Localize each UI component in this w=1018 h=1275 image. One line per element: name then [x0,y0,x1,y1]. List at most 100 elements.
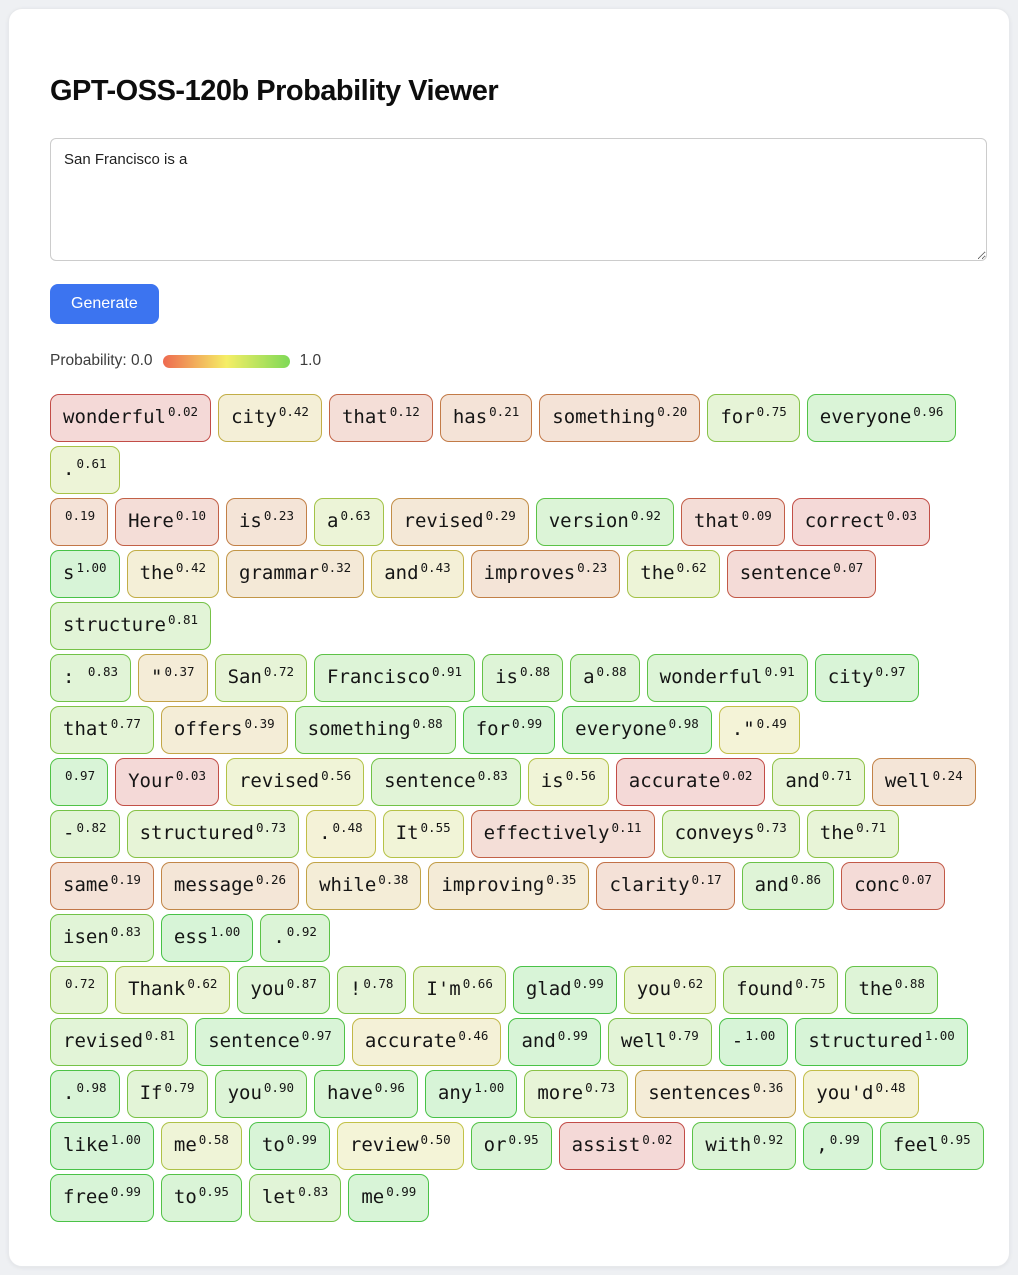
token-chip[interactable]: assist0.02 [559,1122,686,1170]
token-chip[interactable]: sentence0.97 [195,1018,345,1066]
token-chip[interactable]: and0.43 [371,550,463,598]
token-chip[interactable]: review0.50 [337,1122,464,1170]
token-chip[interactable]: and0.99 [508,1018,600,1066]
token-chip[interactable]: me0.58 [161,1122,242,1170]
prompt-input[interactable]: San Francisco is a [50,138,987,261]
token-chip[interactable]: a0.63 [314,498,384,546]
token-chip[interactable]: Francisco0.91 [314,654,475,702]
token-chip[interactable]: improves0.23 [471,550,621,598]
token-chip[interactable]: that0.77 [50,706,154,754]
token-chip[interactable]: well0.24 [872,758,976,806]
token-chip[interactable]: a0.88 [570,654,640,702]
token-chip[interactable]: s1.00 [50,550,120,598]
token-chip[interactable]: -0.82 [50,810,120,858]
token-chip[interactable]: "0.37 [138,654,208,702]
token-chip[interactable]: accurate0.46 [352,1018,502,1066]
token-chip[interactable]: structured1.00 [795,1018,968,1066]
token-chip[interactable]: feel0.95 [880,1122,984,1170]
token-chip[interactable]: 0.19 [50,498,108,546]
token-chip[interactable]: grammar0.32 [226,550,364,598]
token-chip[interactable]: or0.95 [471,1122,552,1170]
token-chip[interactable]: is0.23 [226,498,307,546]
token-chip[interactable]: wonderful0.91 [647,654,808,702]
token-chip[interactable]: ess1.00 [161,914,253,962]
token-chip[interactable]: me0.99 [348,1174,429,1222]
token-chip[interactable]: and0.86 [742,862,834,910]
token-chip[interactable]: improving0.35 [428,862,589,910]
token-chip[interactable]: city0.42 [218,394,322,442]
token-chip[interactable]: is0.88 [482,654,563,702]
token-chip[interactable]: revised0.81 [50,1018,188,1066]
token-chip[interactable]: have0.96 [314,1070,418,1118]
token-chip[interactable]: for0.75 [707,394,799,442]
token-chip[interactable]: sentence0.07 [727,550,877,598]
token-chip[interactable]: Thank0.62 [115,966,230,1014]
token-chip[interactable]: wonderful0.02 [50,394,211,442]
token-chip[interactable]: to0.95 [161,1174,242,1222]
token-chip[interactable]: : 0.83 [50,654,131,702]
token-chip[interactable]: .0.48 [306,810,376,858]
token-chip[interactable]: Your0.03 [115,758,219,806]
token-chip[interactable]: revised0.56 [226,758,364,806]
token-chip[interactable]: something0.88 [295,706,456,754]
token-chip[interactable]: offers0.39 [161,706,288,754]
token-chip[interactable]: that0.12 [329,394,433,442]
token-chip[interactable]: while0.38 [306,862,421,910]
token-chip[interactable]: isen0.83 [50,914,154,962]
token-chip[interactable]: message0.26 [161,862,299,910]
token-chip[interactable]: everyone0.98 [562,706,712,754]
token-chip[interactable]: I'm0.66 [413,966,505,1014]
token-chip[interactable]: conc0.07 [841,862,945,910]
token-chip[interactable]: 0.97 [50,758,108,806]
token-chip[interactable]: glad0.99 [513,966,617,1014]
token-chip[interactable]: to0.99 [249,1122,330,1170]
generate-button[interactable]: Generate [50,284,159,324]
token-chip[interactable]: the0.71 [807,810,899,858]
token-chip[interactable]: If0.79 [127,1070,208,1118]
token-chip[interactable]: free0.99 [50,1174,154,1222]
token-chip[interactable]: It0.55 [383,810,464,858]
token-chip[interactable]: well0.79 [608,1018,712,1066]
token-chip[interactable]: conveys0.73 [662,810,800,858]
token-chip[interactable]: found0.75 [723,966,838,1014]
token-chip[interactable]: that0.09 [681,498,785,546]
token-chip[interactable]: .0.61 [50,446,120,494]
token-chip[interactable]: !0.78 [337,966,407,1014]
token-chip[interactable]: ,0.99 [803,1122,873,1170]
token-chip[interactable]: you0.62 [624,966,716,1014]
token-chip[interactable]: accurate0.02 [616,758,766,806]
token-chip[interactable]: sentences0.36 [635,1070,796,1118]
token-chip[interactable]: -1.00 [719,1018,789,1066]
token-chip[interactable]: has0.21 [440,394,532,442]
token-chip[interactable]: same0.19 [50,862,154,910]
token-chip[interactable]: ."0.49 [719,706,800,754]
token-chip[interactable]: clarity0.17 [596,862,734,910]
token-chip[interactable]: more0.73 [524,1070,628,1118]
token-chip[interactable]: everyone0.96 [807,394,957,442]
token-chip[interactable]: for0.99 [463,706,555,754]
token-chip[interactable]: the0.88 [845,966,937,1014]
token-chip[interactable]: something0.20 [539,394,700,442]
token-chip[interactable]: and0.71 [772,758,864,806]
token-chip[interactable]: let0.83 [249,1174,341,1222]
token-chip[interactable]: is0.56 [528,758,609,806]
token-chip[interactable]: version0.92 [536,498,674,546]
token-chip[interactable]: Here0.10 [115,498,219,546]
token-chip[interactable]: any1.00 [425,1070,517,1118]
token-chip[interactable]: San0.72 [215,654,307,702]
token-chip[interactable]: sentence0.83 [371,758,521,806]
token-chip[interactable]: correct0.03 [792,498,930,546]
token-chip[interactable]: the0.62 [627,550,719,598]
token-chip[interactable]: structured0.73 [127,810,300,858]
token-chip[interactable]: you0.87 [237,966,329,1014]
token-chip[interactable]: effectively0.11 [471,810,655,858]
token-chip[interactable]: .0.98 [50,1070,120,1118]
token-chip[interactable]: city0.97 [815,654,919,702]
token-chip[interactable]: like1.00 [50,1122,154,1170]
token-chip[interactable]: the0.42 [127,550,219,598]
token-chip[interactable]: .0.92 [260,914,330,962]
token-chip[interactable]: revised0.29 [391,498,529,546]
token-chip[interactable]: you'd0.48 [803,1070,918,1118]
token-chip[interactable]: you0.90 [215,1070,307,1118]
token-chip[interactable]: structure0.81 [50,602,211,650]
